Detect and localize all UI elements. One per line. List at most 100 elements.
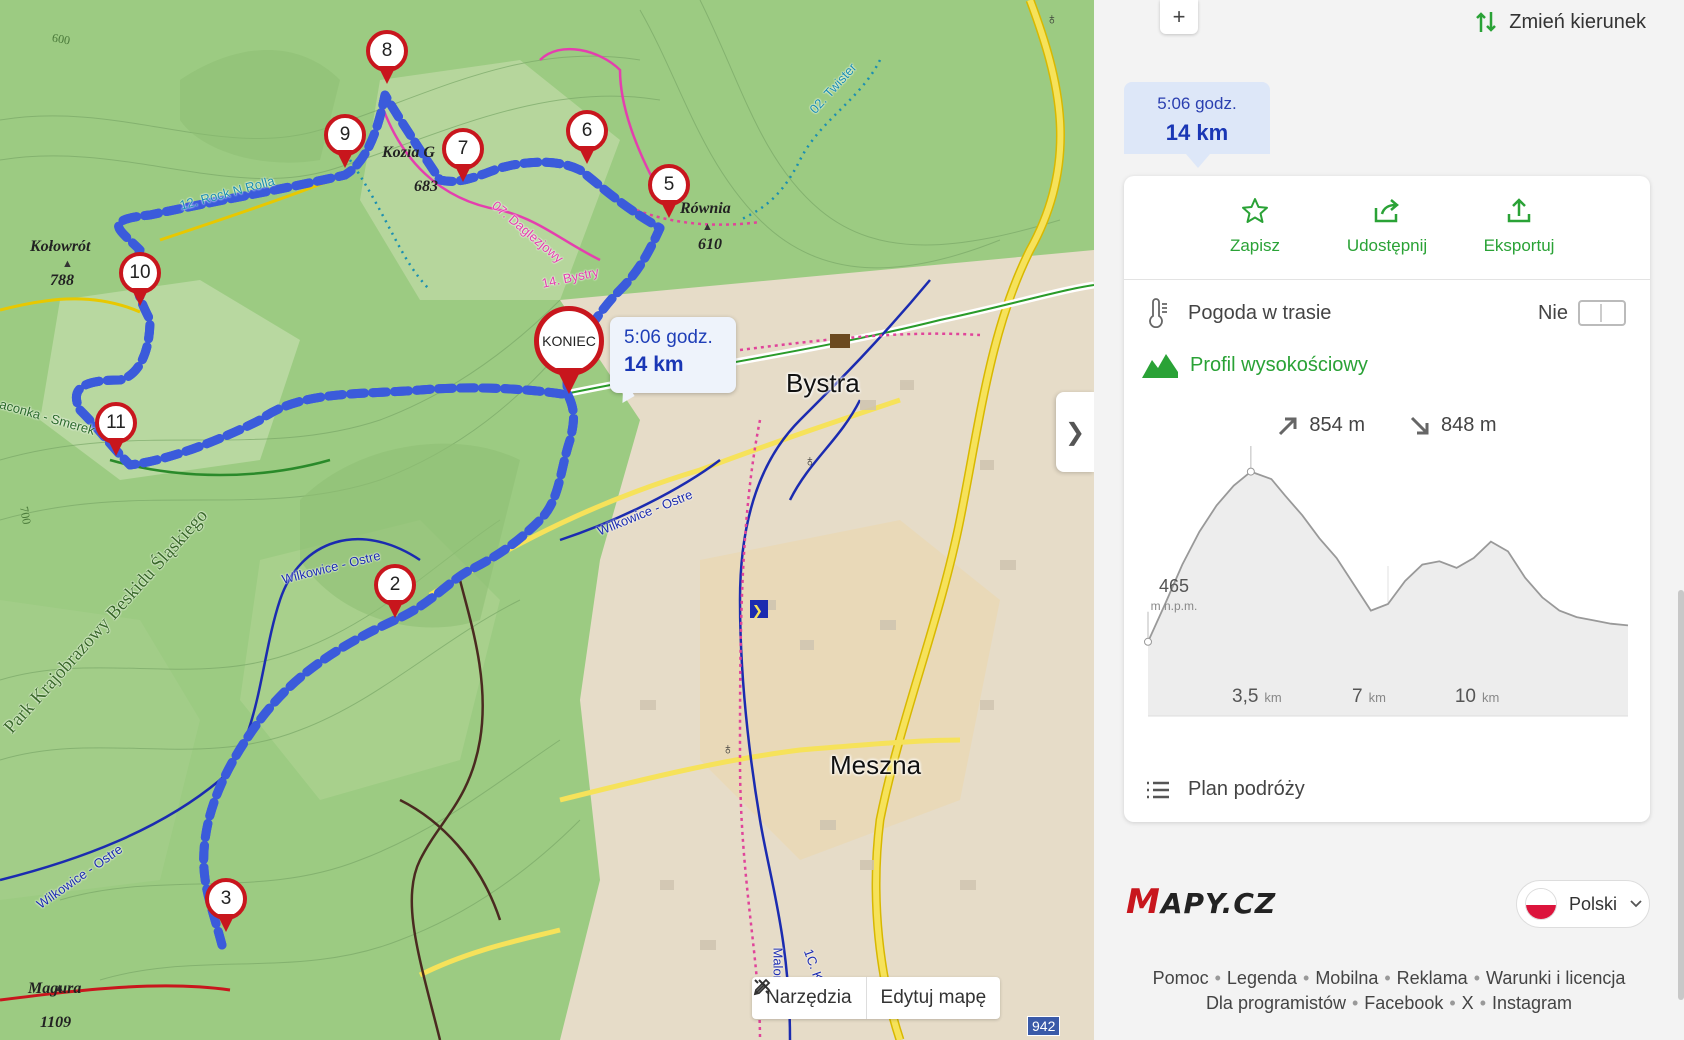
ascent-arrow-icon [1279, 417, 1297, 435]
change-direction-label: Zmień kierunek [1509, 10, 1646, 33]
zoom-in-button[interactable]: + [1160, 0, 1198, 34]
descent-value: 848 m [1441, 414, 1497, 436]
route-details-card: Zapisz Udostępnij Eksportuj Pogoda w tra… [1124, 176, 1650, 822]
elevation-start-unit: m n.p.m. [1151, 599, 1198, 613]
export-icon [1507, 198, 1531, 223]
panel-collapse-button[interactable]: ❯ [1056, 392, 1094, 472]
share-label: Udostępnij [1346, 236, 1428, 255]
svg-text:▲: ▲ [62, 258, 73, 270]
contour-label-700: 700 [17, 505, 34, 526]
elevation-chart[interactable]: 465m n.p.m.983m n.p.m.3,5km7km10km [1142, 446, 1642, 746]
peak-label-kolowrot: Kołowrót [30, 238, 91, 255]
road-number-badge: 942 [1027, 1016, 1061, 1036]
waypoint-marker-7[interactable]: 7 [442, 128, 484, 184]
route-tooltip-time: 5:06 godz. [624, 327, 713, 348]
footer-link[interactable]: Legenda [1227, 968, 1297, 988]
town-label-bystra: Bystra [786, 368, 860, 398]
elevation-profile-header[interactable]: Profil wysokościowy [1124, 352, 1650, 378]
export-button[interactable]: Eksportuj [1471, 196, 1567, 279]
peak-alt-rownia: 610 [698, 236, 722, 253]
map-canvas[interactable]: ▲ ▲ ▲ ♁ ♁ ♁ ❯ Bystra Meszna Kołowrót 788… [0, 0, 1094, 1040]
end-marker[interactable]: KONIEC [534, 306, 604, 394]
save-label: Zapisz [1229, 236, 1281, 255]
route-actions: Zapisz Udostępnij Eksportuj [1124, 176, 1650, 280]
map-toolbar: Narzędzia Edytuj mapę [752, 977, 1001, 1019]
panel-scrollbar[interactable] [1678, 590, 1684, 1000]
peak-alt-kolowrot: 788 [50, 272, 74, 289]
language-label: Polski [1569, 893, 1618, 914]
itinerary-row[interactable]: Plan podróży [1124, 778, 1650, 801]
footer-link[interactable]: Pomoc [1153, 968, 1209, 988]
waypoint-marker-6[interactable]: 6 [566, 110, 608, 166]
waypoint-marker-3[interactable]: 3 [205, 878, 247, 934]
waypoint-marker-10[interactable]: 10 [119, 252, 161, 308]
waypoint-marker-11[interactable]: 11 [95, 402, 137, 458]
peak-label-kozia: Kozia G [382, 144, 435, 161]
svg-text:▲: ▲ [702, 221, 713, 233]
elevation-max-point [1246, 467, 1255, 476]
x-tick-label: 7 km [1352, 686, 1386, 707]
poland-flag-icon [1525, 888, 1557, 920]
footer-link[interactable]: Warunki i licencja [1486, 968, 1625, 988]
footer-link[interactable]: X [1462, 993, 1474, 1013]
save-button[interactable]: Zapisz [1207, 196, 1303, 279]
link-separator: • [1214, 968, 1221, 988]
list-icon [1147, 781, 1169, 798]
route-tooltip[interactable]: 5:06 godz. 14 km [610, 317, 736, 393]
ascent-value: 854 m [1309, 414, 1365, 436]
language-select[interactable]: Polski [1516, 880, 1650, 928]
share-button[interactable]: Udostępnij [1339, 196, 1435, 279]
summary-distance: 14 km [1165, 120, 1229, 145]
export-label: Eksportuj [1483, 236, 1555, 255]
elevation-start-value: 465 [1159, 576, 1189, 596]
edit-map-button[interactable]: Edytuj mapę [753, 977, 1001, 1019]
elevation-stats: 854 m 848 m [1124, 414, 1650, 437]
mapy-logo[interactable]: MAPY.CZ [1126, 882, 1276, 922]
tools-label: Narzędzia [766, 987, 852, 1008]
weather-row: Pogoda w trasie Nie [1124, 298, 1650, 328]
star-icon [1242, 198, 1268, 223]
weather-label: Pogoda w trasie [1188, 301, 1332, 324]
svg-text:♁: ♁ [722, 741, 734, 758]
route-tooltip-distance: 14 km [624, 353, 684, 376]
route-panel: + Zmień kierunek 5:06 godz. 14 km Zapisz… [1094, 0, 1684, 1040]
trail-label-malor: Malor [770, 947, 786, 981]
descent-arrow-icon [1410, 416, 1429, 434]
summary-pointer [1186, 154, 1210, 168]
thermometer-icon [1149, 298, 1167, 328]
footer-link[interactable]: Mobilna [1315, 968, 1378, 988]
waypoint-marker-5[interactable]: 5 [648, 164, 690, 220]
footer-link[interactable]: Dla programistów [1206, 993, 1346, 1013]
swap-direction-icon [1476, 12, 1497, 32]
weather-toggle[interactable] [1578, 300, 1626, 326]
link-separator: • [1303, 968, 1310, 988]
svg-text:❯: ❯ [752, 603, 763, 619]
x-tick-label: 3,5 km [1232, 686, 1282, 707]
footer-link[interactable]: Instagram [1492, 993, 1572, 1013]
footer-link[interactable]: Reklama [1397, 968, 1468, 988]
footer-links: Pomoc • Legenda • Mobilna • Reklama • Warunki i … [1094, 966, 1684, 1016]
chevron-right-icon: ❯ [1064, 418, 1086, 446]
itinerary-label: Plan podróży [1188, 778, 1305, 800]
change-direction-button[interactable]: Zmień kierunek [1475, 10, 1646, 34]
edit-map-label: Edytuj mapę [880, 987, 987, 1008]
peak-alt-magura: 1109 [40, 1014, 72, 1031]
share-icon [1374, 199, 1399, 223]
peak-alt-kozia: 683 [414, 178, 438, 195]
chevron-down-icon [1630, 900, 1642, 908]
map-layer: ▲ ▲ ▲ ♁ ♁ ♁ ❯ [0, 0, 1094, 1040]
town-label-meszna: Meszna [830, 750, 922, 780]
footer-link[interactable]: Facebook [1364, 993, 1443, 1013]
summary-time: 5:06 godz. [1157, 94, 1237, 113]
waypoint-marker-8[interactable]: 8 [366, 30, 408, 86]
svg-text:♁: ♁ [804, 453, 816, 470]
elevation-chart-svg: 465m n.p.m.983m n.p.m.3,5km7km10km [1144, 446, 1629, 717]
waypoint-marker-2[interactable]: 2 [374, 564, 416, 620]
pencil-icon [753, 978, 771, 996]
link-separator: • [1384, 968, 1391, 988]
waypoint-marker-9[interactable]: 9 [324, 114, 366, 170]
link-separator: • [1351, 993, 1359, 1013]
weather-state: Nie [1537, 301, 1568, 324]
route-summary-tab[interactable]: 5:06 godz. 14 km [1124, 82, 1270, 154]
link-separator: • [1479, 993, 1486, 1013]
